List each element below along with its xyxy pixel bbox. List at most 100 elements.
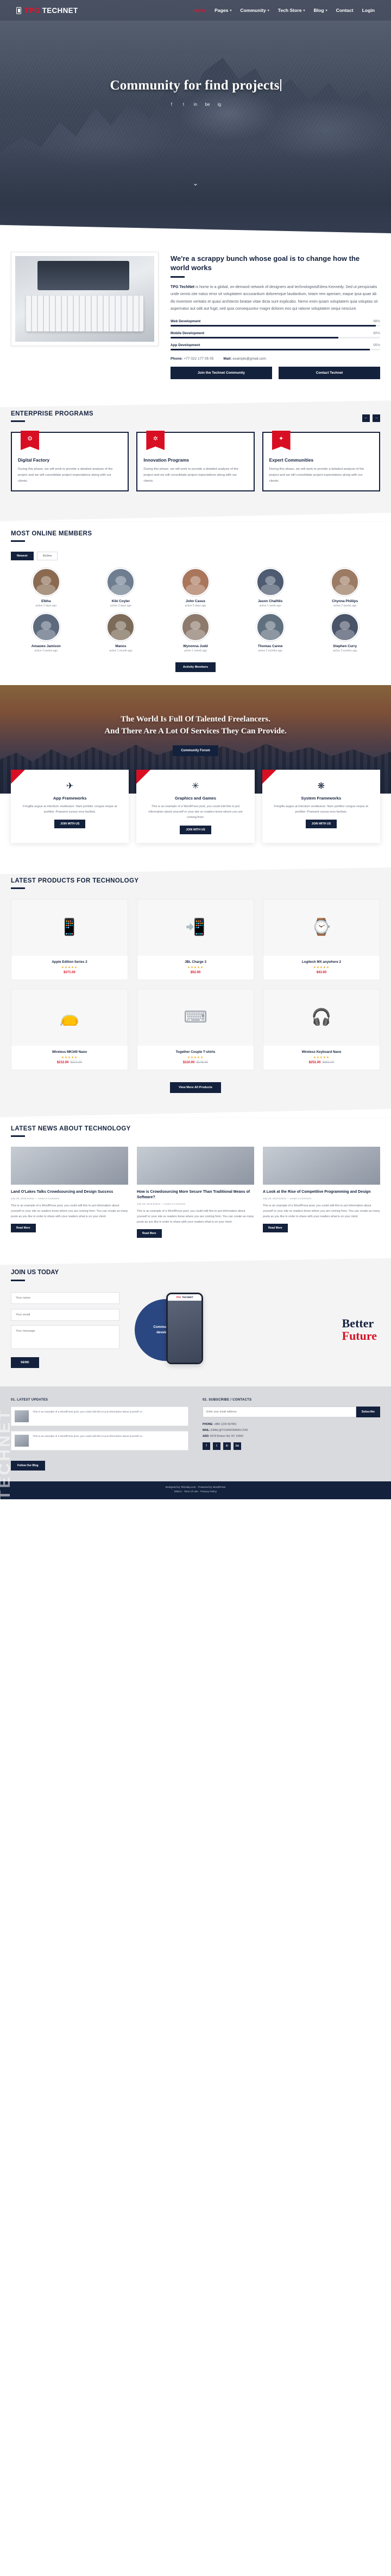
member-card[interactable]: Stephen Curry active 3 months ago (310, 612, 380, 653)
follow-blog-button[interactable]: Follow Our Blog (11, 1460, 45, 1471)
service-card[interactable]: ✳ Graphics and Games This is an example … (136, 769, 255, 843)
logo-suffix: TECHNET (42, 6, 78, 15)
instagram-icon[interactable]: ig (216, 101, 223, 107)
member-card[interactable]: Elbha active 2 days ago (11, 567, 81, 608)
member-grid: Elbha active 2 days ago Kiki Coyler active … (11, 567, 380, 661)
activity-members-button[interactable]: Activity Members (175, 662, 216, 672)
member-activity: active 3 months ago (332, 649, 357, 653)
price-current: $110.00 (182, 1060, 195, 1064)
avatar[interactable] (106, 612, 135, 641)
member-card[interactable]: Kiki Coyler active 3 days ago (86, 567, 156, 608)
product-card[interactable]: 👝 Wireless MK340 Nano ★★★★★ $212.00 $274.00 (11, 988, 128, 1070)
join-community-button[interactable]: Join the Technet Community (171, 366, 272, 379)
avatar[interactable] (31, 612, 60, 641)
join-email-input[interactable] (11, 1308, 119, 1321)
service-card[interactable]: ❋ System Frameworks Fringilla augue at i… (262, 769, 380, 843)
nav-label: Community (240, 8, 266, 13)
avatar[interactable] (331, 612, 360, 641)
skill-row: Mobile Development 80% (171, 331, 380, 338)
products-title: LATEST PRODUCTS FOR TECHNOLOGY (11, 878, 138, 889)
rating-stars: ★★★★★ (187, 1056, 204, 1059)
join-message-input[interactable] (11, 1325, 119, 1349)
nav-item-login[interactable]: Login (362, 8, 375, 13)
avatar[interactable] (331, 567, 360, 596)
view-all-products-button[interactable]: View More All Products (170, 1082, 221, 1093)
behance-icon[interactable]: be (204, 101, 211, 107)
avatar[interactable] (106, 567, 135, 596)
service-card[interactable]: ✈ App Frameworks Fringilla augue at inte… (11, 769, 129, 843)
product-name: JBL Charge 3 (185, 960, 206, 964)
product-image: 🎧 (263, 989, 380, 1046)
footer-post[interactable]: This is an example of a WordPress post, … (11, 1430, 188, 1450)
service-join-button[interactable]: JOIN WITH US (180, 825, 211, 834)
nav-item-pages[interactable]: Pages ▾ (215, 8, 231, 13)
hero-section: TPG TECHNET Home Pages ▾ Community ▾ Tech … (0, 0, 391, 233)
skill-label: Mobile Development (171, 331, 205, 335)
product-name: Together Couple T-shirts (175, 1050, 216, 1054)
footer-legal-links[interactable]: DMCA · Term of Use · Privacy Policy (0, 1490, 391, 1495)
product-card[interactable]: ⌨ Together Couple T-shirts ★★★★★ $110.00 $14… (137, 988, 254, 1070)
twitter-icon[interactable]: t (213, 1442, 220, 1450)
service-join-button[interactable]: JOIN WITH US (54, 820, 86, 829)
scroll-down-icon[interactable]: ⌄ (193, 179, 199, 188)
product-card[interactable]: 📱 Apple Edition Series 2 ★★★★★ $271.00 (11, 898, 128, 980)
program-title: Digital Factory (18, 457, 50, 463)
read-more-button[interactable]: Read More (11, 1223, 36, 1232)
avatar[interactable] (181, 567, 210, 596)
read-more-button[interactable]: Read More (137, 1229, 162, 1238)
member-card[interactable]: Jason Chalfdis active 1 week ago (235, 567, 306, 608)
member-card[interactable]: John Casus active 5 days ago (160, 567, 231, 608)
linkedin-icon[interactable]: in (223, 1442, 231, 1450)
news-thumbnail (263, 1146, 380, 1185)
skill-fill (171, 348, 370, 350)
product-card[interactable]: 🎧 Wireless Keyboard Nano ★★★★★ $251.00 $361.… (263, 988, 380, 1070)
nav-item-contact[interactable]: Contact (336, 8, 354, 13)
facebook-icon[interactable]: f (203, 1442, 210, 1450)
member-name: Thomas Carew (257, 644, 283, 648)
subscribe-email-input[interactable] (203, 1406, 356, 1417)
member-card[interactable]: Manos active 1 month ago (86, 612, 156, 653)
product-card[interactable]: ⌚ Logitech MX anywhere 2 ★★★★★ $43.00 (263, 898, 380, 980)
behance-icon[interactable]: be (234, 1442, 241, 1450)
linkedin-icon[interactable]: in (192, 101, 199, 107)
carousel-next-icon[interactable]: → (373, 414, 380, 422)
member-card[interactable]: Chynna Phillips active 2 weeks ago (310, 567, 380, 608)
community-forum-button[interactable]: Community Forum (173, 745, 218, 756)
news-card[interactable]: How is Crowdsourcing More Secure Than Tr… (137, 1146, 254, 1238)
service-join-button[interactable]: JOIN WITH US (305, 820, 337, 829)
carousel-prev-icon[interactable]: ← (362, 414, 370, 422)
product-card[interactable]: 📲 JBL Charge 3 ★★★★★ $52.00 (137, 898, 254, 980)
site-logo[interactable]: TPG TECHNET (16, 7, 78, 15)
footer-post[interactable]: This is an example of a WordPress post, … (11, 1406, 188, 1426)
price-current: $212.00 (56, 1060, 69, 1064)
twitter-icon[interactable]: t (180, 101, 187, 107)
news-card[interactable]: Land O'Lakes Talks Crowdsourcing and Des… (11, 1146, 128, 1238)
avatar[interactable] (256, 612, 285, 641)
nav-item-home[interactable]: Home (193, 8, 206, 13)
program-card[interactable]: ✦ Expert Communities During this phase, … (262, 430, 380, 491)
program-card[interactable]: ✲ Innovation Programs During this phase,… (136, 430, 255, 491)
read-more-button[interactable]: Read More (263, 1223, 288, 1232)
avatar[interactable] (181, 612, 210, 641)
service-text: Fringilla augue at interdum vestibulum. … (23, 804, 117, 814)
section-top-slant (0, 860, 391, 874)
join-name-input[interactable] (11, 1292, 119, 1304)
avatar[interactable] (256, 567, 285, 596)
subscribe-button[interactable]: Subscribe (356, 1406, 380, 1417)
nav-item-blog[interactable]: Blog ▾ (314, 8, 327, 13)
join-send-button[interactable]: SEND (11, 1357, 39, 1368)
news-card[interactable]: A Look at the Rise of Competitive Progra… (263, 1146, 380, 1238)
tab-newest[interactable]: Newest (11, 551, 34, 560)
contact-technet-button[interactable]: Contact Technet (279, 366, 380, 379)
program-card[interactable]: ⚙ Digital Factory During this phase, we … (11, 430, 129, 491)
member-card[interactable]: Thomas Carew active 2 months ago (235, 612, 306, 653)
footer-col2-title: 02. SUBSCRIBE / CONTACTS (203, 1398, 252, 1402)
tab-active[interactable]: Active (36, 551, 58, 560)
nav-item-community[interactable]: Community ▾ (240, 8, 269, 13)
avatar[interactable] (31, 567, 60, 596)
nav-item-tech-store[interactable]: Tech Store ▾ (278, 8, 305, 13)
member-card[interactable]: Wynonna Judd active 1 month ago (160, 612, 231, 653)
member-card[interactable]: Amauws Jamison active 3 weeks ago (11, 612, 81, 653)
banner-line-1: The World Is Full Of Talented Freelancer… (121, 714, 270, 724)
facebook-icon[interactable]: f (168, 101, 175, 107)
